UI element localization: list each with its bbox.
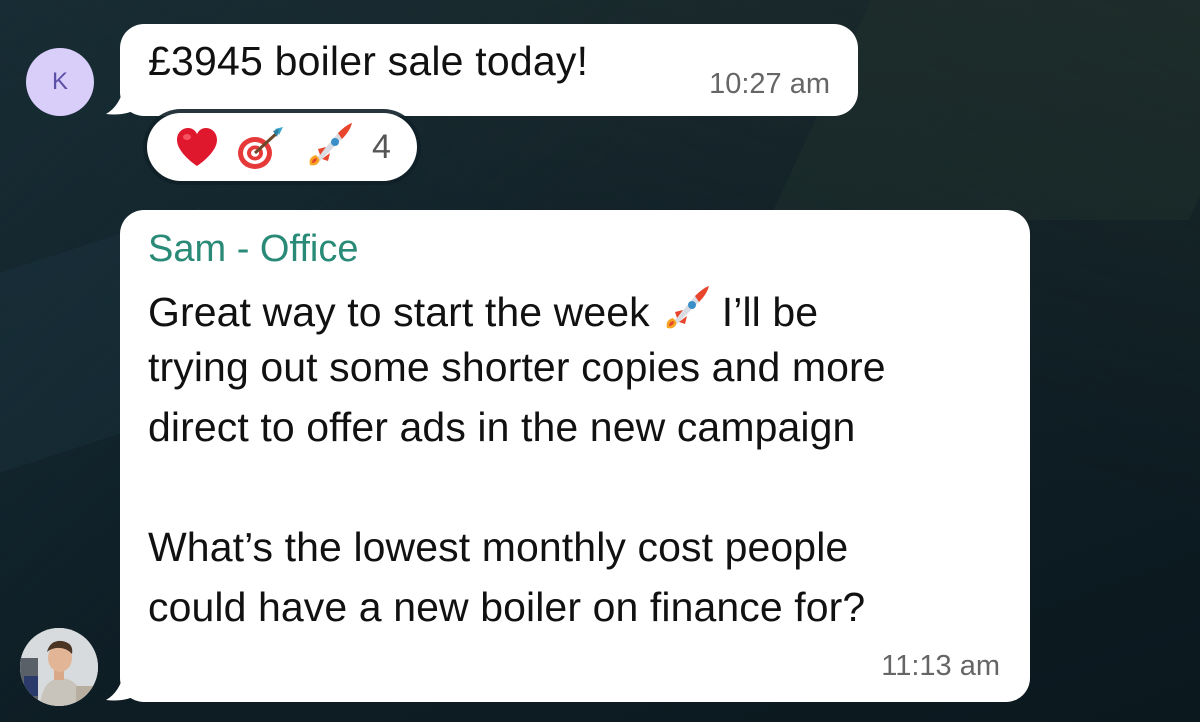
message-bubble[interactable]: Sam - Office Great way to start the week… xyxy=(120,210,1030,702)
avatar-initial: K xyxy=(51,68,68,95)
message-text: direct to offer ads in the new campaign xyxy=(148,404,856,450)
message-text: trying out some shorter copies and more xyxy=(148,344,886,390)
message-text: could have a new boiler on finance for? xyxy=(148,584,866,630)
sender-name: Sam - Office xyxy=(148,228,359,270)
message-text: I’ll be xyxy=(721,289,819,335)
message-text: £3945 boiler sale today! xyxy=(148,38,589,84)
heart-icon xyxy=(177,128,217,166)
reactions-pill[interactable]: 4 xyxy=(147,113,417,181)
target-icon xyxy=(238,127,283,169)
reaction-count: 4 xyxy=(372,128,391,166)
message-time: 11:13 am xyxy=(881,650,1000,682)
message-bubble[interactable]: £3945 boiler sale today! 10:27 am xyxy=(120,24,858,116)
rocket-icon xyxy=(666,286,709,329)
message-text: Great way to start the week xyxy=(148,289,650,335)
rocket-icon xyxy=(309,123,352,166)
avatar-sam[interactable] xyxy=(20,628,98,706)
avatar-k[interactable]: K xyxy=(26,48,94,116)
avatar-photo xyxy=(20,628,98,706)
message-line: Great way to start the week I’ll be xyxy=(148,284,818,336)
message-text: What’s the lowest monthly cost people xyxy=(148,524,849,570)
message-time: 10:27 am xyxy=(709,68,830,100)
